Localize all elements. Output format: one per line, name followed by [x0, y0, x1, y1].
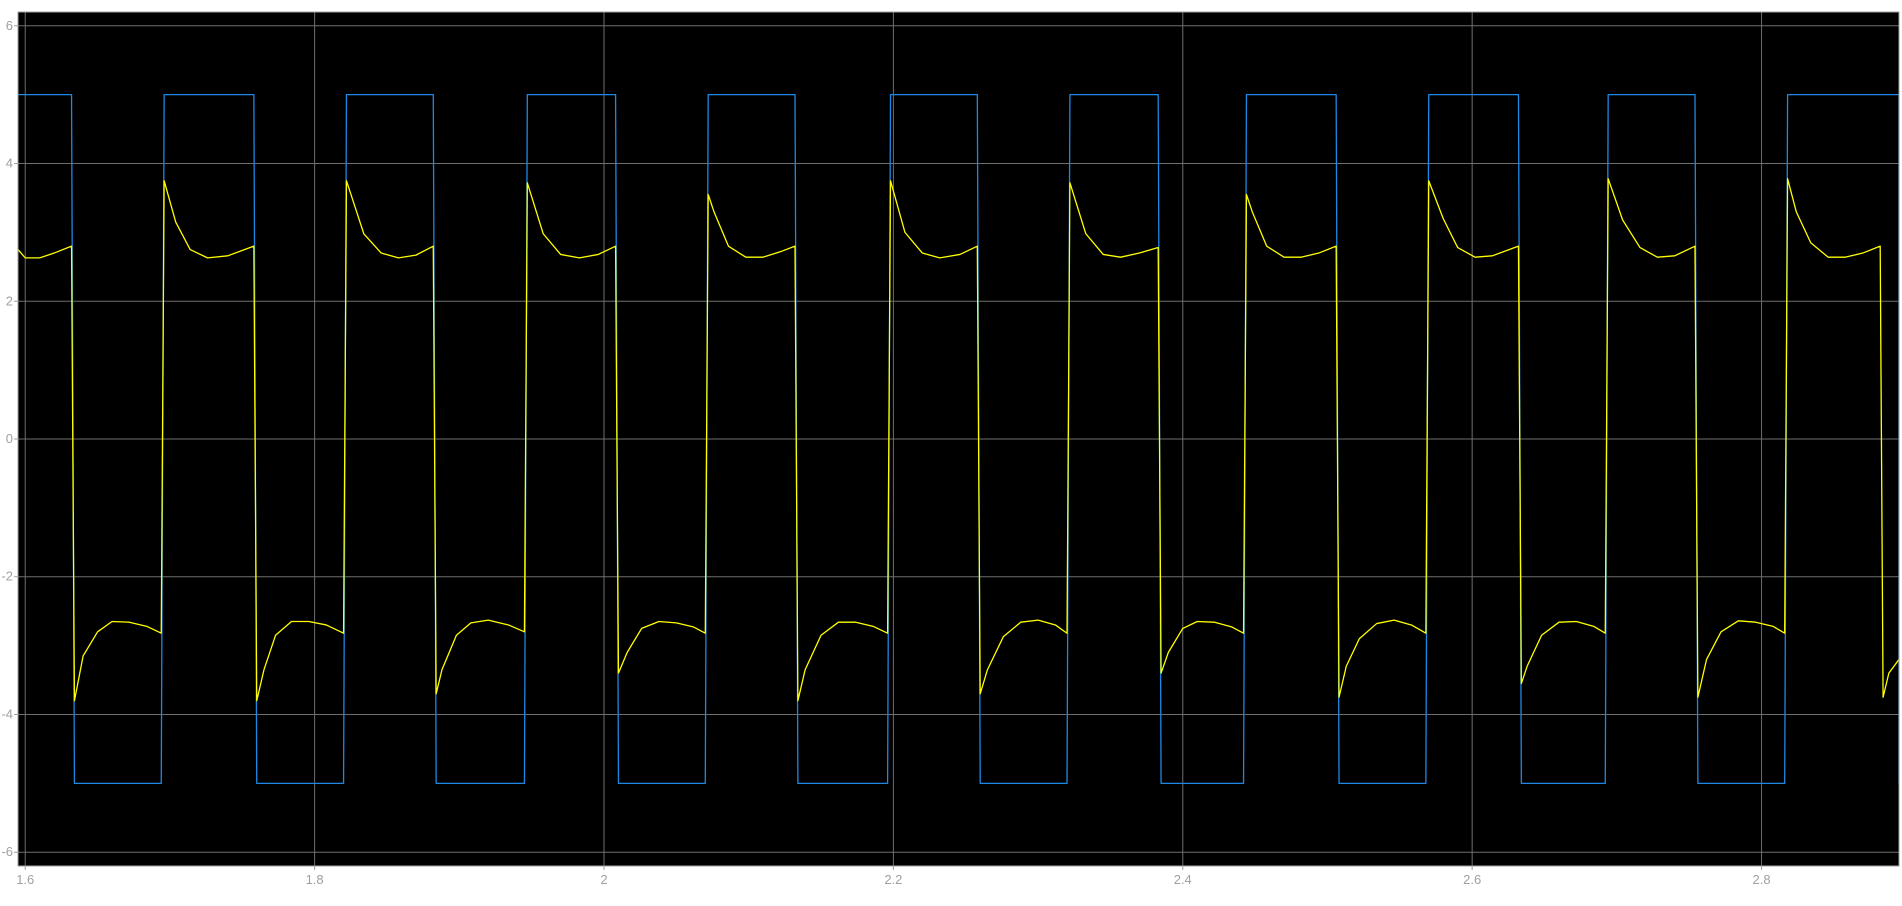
x-tick-label: 1.8 — [306, 872, 324, 887]
scope-plot: 1.6 1.8 2 2.2 2.4 2.6 2.8 -6 -4 -2 0 2 4 6 — [0, 0, 1902, 906]
y-tick-label: 4 — [6, 156, 13, 171]
y-tick-label: 6 — [6, 18, 13, 33]
y-tick-label: -2 — [1, 569, 13, 584]
y-tick-label: 2 — [6, 293, 13, 308]
y-tick-label: 0 — [6, 431, 13, 446]
y-tick-label: -4 — [1, 706, 13, 721]
x-tick-label: 2.6 — [1463, 872, 1481, 887]
x-tick-label: 2.8 — [1753, 872, 1771, 887]
x-tick-label: 1.6 — [16, 872, 34, 887]
plot-axes: 1.6 1.8 2 2.2 2.4 2.6 2.8 -6 -4 -2 0 2 4 6 — [1, 11, 1900, 887]
x-tick-label: 2 — [600, 872, 607, 887]
y-tick-label: -6 — [1, 844, 13, 859]
x-tick-label: 2.2 — [884, 872, 902, 887]
x-tick-label: 2.4 — [1174, 872, 1192, 887]
